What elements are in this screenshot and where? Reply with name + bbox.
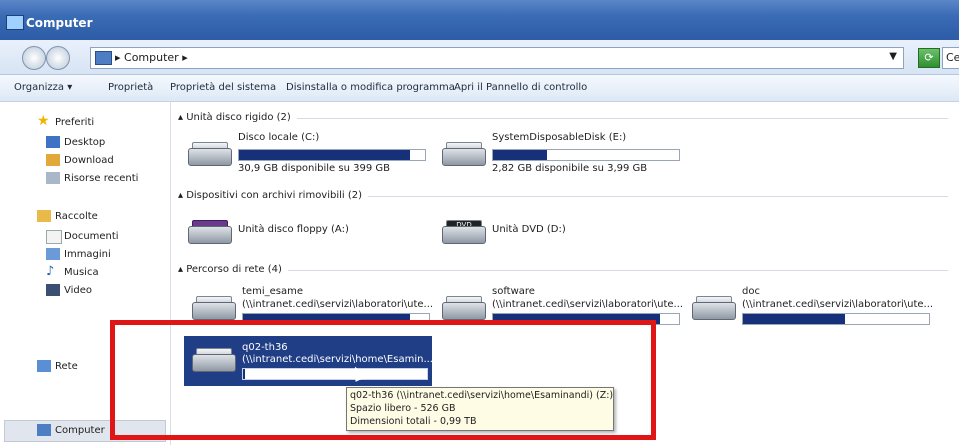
drive-free-space: 30,9 GB disponibile su 399 GB [238, 163, 390, 174]
usage-bar [492, 149, 680, 161]
computer-icon [95, 51, 112, 65]
refresh-button[interactable]: ⟳ [918, 48, 940, 68]
video-icon [46, 284, 60, 296]
control-panel-button[interactable]: Apri il Pannello di controllo [454, 82, 587, 93]
drive-name: doc [742, 286, 760, 297]
nav-computer-label: Computer [55, 425, 105, 436]
uninstall-button[interactable]: Disinstalla o modifica programma [286, 82, 455, 93]
group-divider [178, 270, 948, 271]
computer-icon [37, 424, 51, 436]
drive-path: (\\intranet.cedi\servizi\laboratori\ute.… [242, 299, 434, 310]
group-header-network[interactable]: ▴ Percorso di rete (4) [178, 264, 288, 275]
nav-favorites[interactable]: Preferiti [55, 117, 94, 128]
address-bar[interactable]: ▸ Computer ▸ ▼ [90, 47, 904, 69]
nav-network[interactable]: Rete [55, 361, 78, 372]
drive-c[interactable]: Disco locale (C:) 30,9 GB disponibile su… [186, 130, 436, 178]
drive-path: (\\intranet.cedi\servizi\laboratori\ute.… [492, 299, 684, 310]
window-title: Computer [26, 16, 93, 30]
drive-free-space: 2,82 GB disponibile su 3,99 GB [492, 163, 648, 174]
hard-drive-icon [440, 138, 486, 168]
back-button[interactable] [22, 46, 46, 70]
forward-button[interactable] [46, 46, 70, 70]
chevron-down-icon[interactable]: ▼ [889, 51, 897, 62]
desktop-icon [46, 136, 60, 148]
address-row: ▸ Computer ▸ ▼ ⟳ Cer [0, 40, 959, 75]
drive-name: temi_esame [242, 286, 303, 297]
nav-libraries[interactable]: Raccolte [55, 211, 98, 222]
nav-desktop[interactable]: Desktop [64, 137, 105, 148]
drive-name: software [492, 286, 535, 297]
highlight-box [110, 320, 656, 440]
nav-documents[interactable]: Documenti [64, 231, 119, 242]
network-drive-icon [690, 292, 736, 322]
organize-button[interactable]: Organizza ▾ [14, 82, 72, 93]
usage-bar [742, 313, 930, 325]
dvd-drive-icon: DVD [440, 216, 486, 246]
nav-images[interactable]: Immagini [64, 249, 111, 260]
command-bar: Organizza ▾ Proprietà Proprietà del sist… [0, 75, 959, 102]
nav-recent[interactable]: Risorse recenti [64, 173, 138, 184]
system-properties-button[interactable]: Proprietà del sistema [170, 82, 276, 93]
usage-bar [238, 149, 426, 161]
documents-icon [46, 230, 62, 244]
floppy-drive-icon [186, 216, 232, 246]
title-bar: Computer [0, 0, 959, 40]
group-header-removable[interactable]: ▴ Dispositivi con archivi rimovibili (2) [178, 190, 369, 201]
network-drive-doc[interactable]: doc (\\intranet.cedi\servizi\laboratori\… [690, 284, 945, 328]
group-header-hdd[interactable]: ▴ Unità disco rigido (2) [178, 112, 297, 123]
recent-places-icon [46, 172, 60, 184]
libraries-icon [37, 210, 51, 222]
computer-icon [6, 15, 24, 30]
network-drive-icon [190, 292, 236, 322]
drive-name: Unità disco floppy (A:) [238, 224, 349, 235]
drive-path: (\\intranet.cedi\servizi\laboratori\ute.… [742, 299, 934, 310]
nav-video[interactable]: Video [64, 285, 92, 296]
music-icon: ♪ [46, 264, 55, 279]
drive-e[interactable]: SystemDisposableDisk (E:) 2,82 GB dispon… [440, 130, 690, 178]
images-icon [46, 248, 60, 260]
drive-a[interactable]: Unità disco floppy (A:) [186, 208, 436, 254]
nav-download[interactable]: Download [64, 155, 114, 166]
star-icon: ★ [37, 113, 50, 129]
drive-name: Unità DVD (D:) [492, 224, 566, 235]
properties-button[interactable]: Proprietà [108, 82, 153, 93]
download-icon [46, 154, 60, 166]
hard-drive-icon [186, 138, 232, 168]
drive-name: SystemDisposableDisk (E:) [492, 132, 627, 143]
network-drive-icon [440, 292, 486, 322]
nav-music[interactable]: Musica [64, 267, 99, 278]
address-path: ▸ Computer ▸ [115, 51, 188, 64]
drive-d[interactable]: DVD Unità DVD (D:) [440, 208, 690, 254]
network-icon [37, 360, 51, 372]
search-input[interactable]: Cer [942, 47, 959, 69]
drive-name: Disco locale (C:) [238, 132, 320, 143]
